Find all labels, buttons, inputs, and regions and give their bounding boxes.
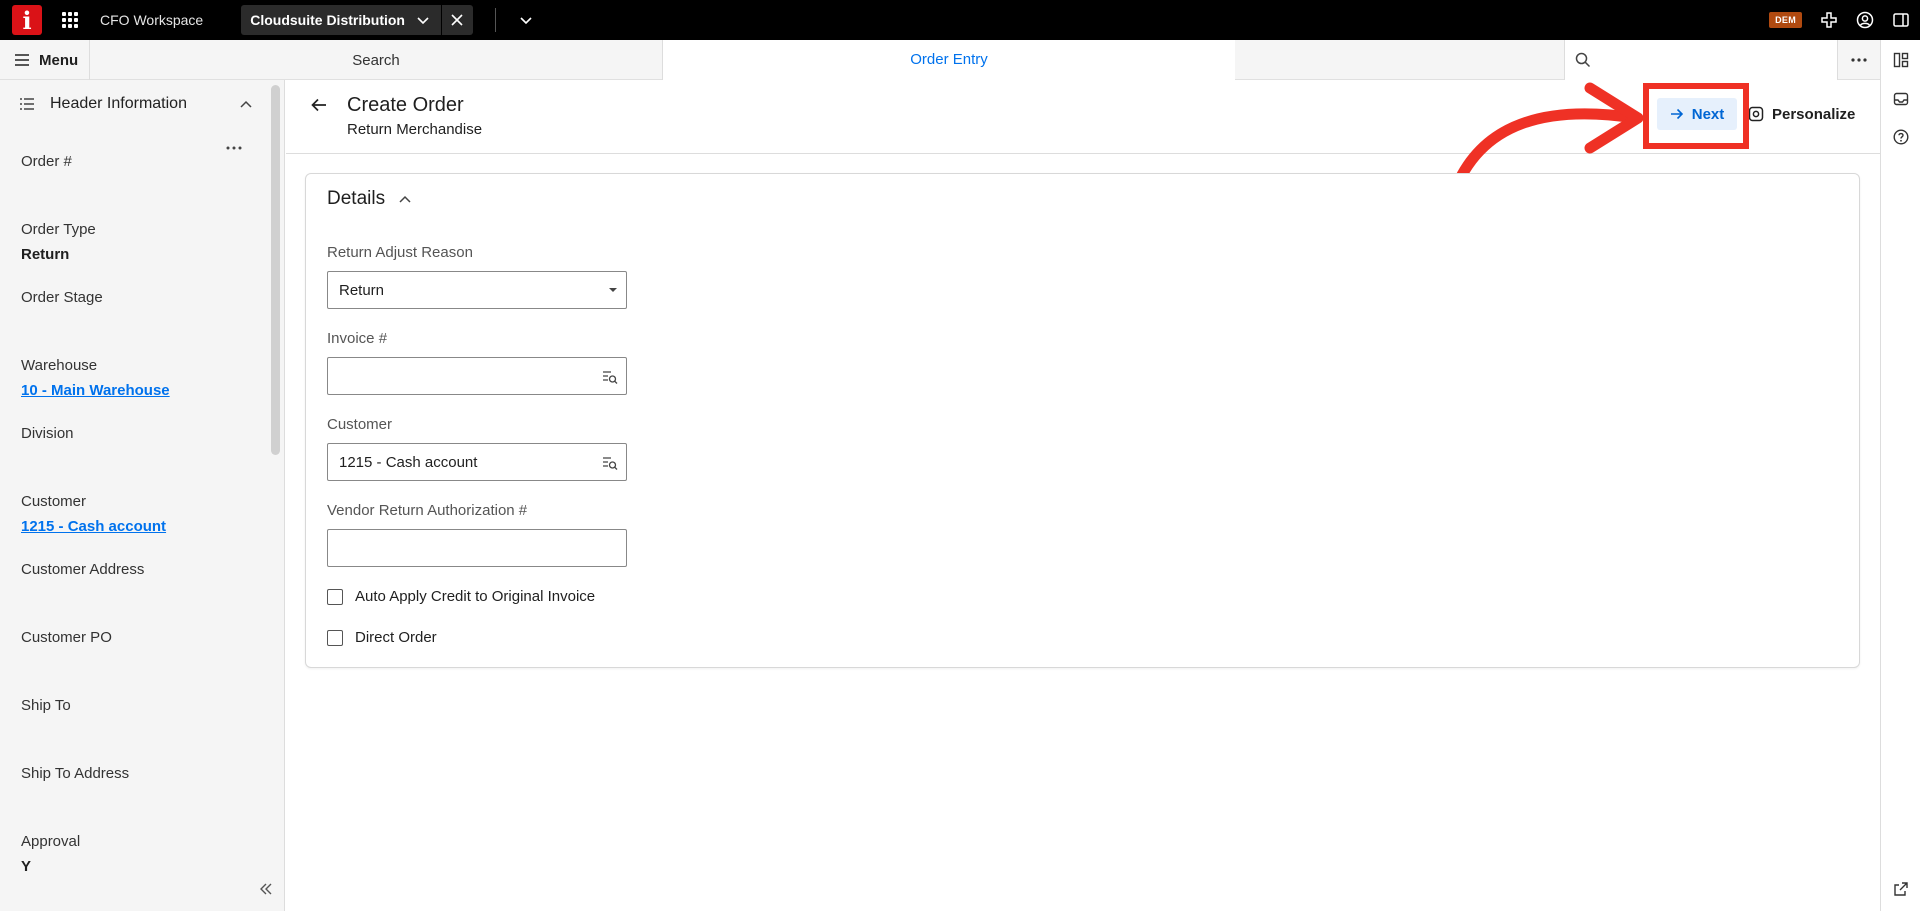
menu-button[interactable]: Menu [0, 40, 90, 80]
collapse-panel-icon[interactable] [259, 883, 273, 895]
checkbox-label: Auto Apply Credit to Original Invoice [355, 588, 596, 605]
field-value: Return [21, 246, 70, 263]
tab-label: Cloudsuite Distribution [250, 12, 405, 28]
tab-list-chevron-icon[interactable] [518, 12, 534, 28]
panel-more-icon[interactable] [226, 134, 242, 155]
menu-label: Menu [39, 51, 79, 69]
return-adjust-reason-label: Return Adjust Reason [327, 244, 473, 261]
field-label: Order Type [21, 221, 96, 238]
customer-input[interactable]: 1215 - Cash account [327, 443, 627, 481]
field-label: Warehouse [21, 357, 98, 374]
more-horizontal-icon [1851, 58, 1867, 62]
field-order-number: Order # [21, 153, 72, 170]
field-ship-to-address: Ship To Address [21, 765, 129, 782]
module-navbar: Menu Search Order Entry [0, 40, 1880, 80]
lookup-icon[interactable] [602, 455, 618, 471]
field-label: Customer PO [21, 629, 112, 646]
field-ship-to: Ship To [21, 697, 71, 714]
panel-header: Header Information [0, 80, 284, 128]
topbar-actions: DEM [1769, 0, 1910, 40]
lookup-icon[interactable] [602, 369, 618, 385]
return-adjust-reason-select[interactable]: Return [327, 271, 627, 309]
field-label: Ship To Address [21, 765, 130, 782]
field-order-type: Order Type Return [21, 221, 96, 263]
direct-order-checkbox-row[interactable]: Direct Order [327, 629, 437, 646]
field-customer-address: Customer Address [21, 561, 144, 578]
direct-order-checkbox[interactable] [327, 629, 343, 646]
infor-logo[interactable]: i [12, 5, 42, 35]
header-information-panel: Header Information Order # Order Type Re… [0, 80, 285, 911]
help-icon[interactable] [1893, 129, 1909, 145]
chevron-up-icon [399, 195, 411, 203]
field-approval: Approval Y [21, 833, 80, 875]
panel-scrollbar[interactable] [271, 85, 280, 455]
details-card: Details Return Adjust Reason Return Invo… [305, 173, 1860, 668]
details-section-header[interactable]: Details [327, 188, 411, 210]
field-label: Approval [21, 833, 81, 850]
field-label: Division [21, 425, 74, 442]
auto-apply-credit-checkbox[interactable] [327, 588, 343, 605]
field-label: Order # [21, 153, 72, 170]
customer-link[interactable]: 1215 - Cash account [21, 518, 166, 535]
inbox-icon[interactable] [1893, 91, 1909, 107]
field-customer: Customer 1215 - Cash account [21, 493, 166, 535]
personalize-label: Personalize [1772, 105, 1856, 123]
right-rail [1880, 40, 1920, 911]
navbar-spacer [1235, 40, 1565, 80]
hamburger-icon [15, 54, 29, 66]
customer-label: Customer [327, 416, 393, 433]
field-label: Customer [21, 493, 87, 510]
panel-toggle-icon[interactable] [1892, 11, 1910, 29]
search-icon [1575, 52, 1591, 68]
field-warehouse: Warehouse 10 - Main Warehouse [21, 357, 170, 399]
layout-icon[interactable] [1893, 52, 1909, 68]
warehouse-link[interactable]: 10 - Main Warehouse [21, 382, 170, 399]
external-link-icon[interactable] [1893, 881, 1909, 897]
close-icon [451, 14, 464, 26]
list-icon [20, 98, 34, 110]
tab-cloudsuite-distribution[interactable]: Cloudsuite Distribution [241, 5, 473, 35]
checkbox-label: Direct Order [355, 629, 437, 646]
top-bar: i CFO Workspace Cloudsuite Distribution … [0, 0, 1920, 40]
chevron-up-icon[interactable] [240, 100, 252, 108]
user-profile-icon[interactable] [1856, 11, 1874, 29]
personalize-button[interactable]: Personalize [1748, 98, 1855, 130]
panel-title: Header Information [50, 95, 187, 112]
tab-search[interactable]: Search [90, 40, 663, 80]
workspace-title[interactable]: CFO Workspace [100, 12, 203, 28]
back-arrow-icon[interactable] [310, 96, 328, 114]
global-search-input[interactable] [1565, 40, 1838, 80]
divider [494, 8, 496, 32]
navbar-more-button[interactable] [1838, 40, 1880, 80]
vendor-rma-label: Vendor Return Authorization # [327, 502, 528, 519]
page-title: Create Order [347, 94, 464, 116]
invoice-input[interactable] [327, 357, 627, 395]
close-tab-button[interactable] [440, 5, 473, 35]
field-order-stage: Order Stage [21, 289, 103, 306]
chevron-down-icon[interactable] [415, 12, 431, 28]
dropdown-caret-icon [609, 288, 617, 292]
page-subtitle: Return Merchandise [347, 121, 483, 138]
app-launcher-icon[interactable] [62, 12, 78, 28]
field-customer-po: Customer PO [21, 629, 112, 646]
input-value: 1215 - Cash account [339, 453, 478, 471]
personalize-icon [1748, 106, 1764, 122]
field-division: Division [21, 425, 74, 442]
tab-order-entry[interactable]: Order Entry [663, 40, 1235, 80]
field-label: Order Stage [21, 289, 103, 306]
bookmarks-icon[interactable] [1820, 11, 1838, 29]
environment-badge: DEM [1769, 12, 1802, 28]
vendor-rma-input[interactable] [327, 529, 627, 567]
field-value: Y [21, 858, 32, 875]
field-label: Customer Address [21, 561, 145, 578]
field-label: Ship To [21, 697, 71, 714]
invoice-label: Invoice # [327, 330, 388, 347]
auto-apply-credit-checkbox-row[interactable]: Auto Apply Credit to Original Invoice [327, 588, 595, 605]
select-value: Return [339, 281, 385, 299]
details-title: Details [327, 188, 386, 209]
